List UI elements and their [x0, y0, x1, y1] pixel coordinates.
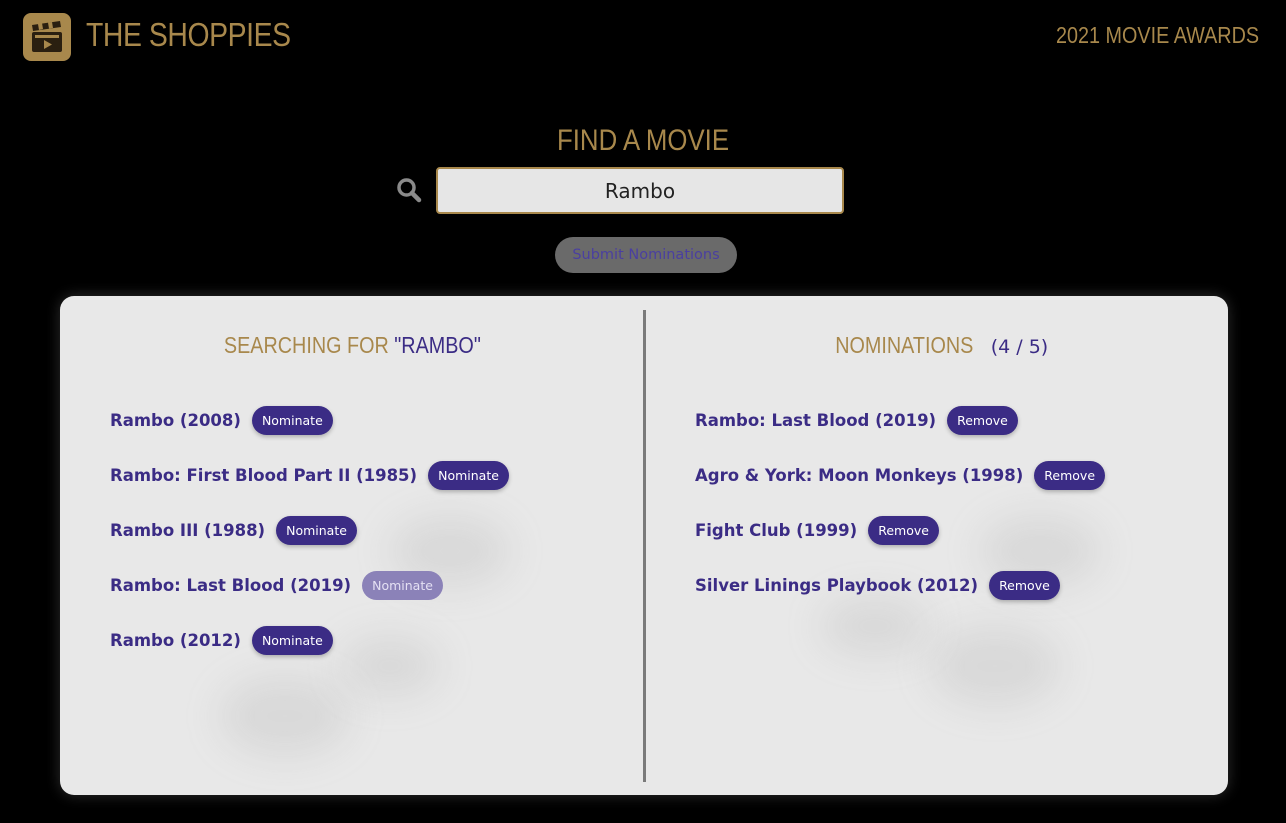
search-results-heading: SEARCHING FOR "RAMBO"	[60, 332, 644, 359]
nominations-heading-text: NOMINATIONS	[835, 332, 974, 358]
nominate-button: Nominate	[362, 571, 443, 600]
search-result-item: Rambo: Last Blood (2019) Nominate	[110, 571, 509, 626]
search-result-item: Rambo (2012) Nominate	[110, 626, 509, 681]
find-movie-heading-text: FIND A MOVIE	[556, 124, 730, 157]
search-results-query: "RAMBO"	[393, 332, 481, 358]
header: THE SHOPPIES 2021 MOVIE AWARDS	[0, 0, 1286, 80]
search-results-list: Rambo (2008) Nominate Rambo: First Blood P…	[110, 406, 509, 681]
remove-button[interactable]: Remove	[868, 516, 939, 545]
app: THE SHOPPIES 2021 MOVIE AWARDS FIND A MO…	[0, 0, 1286, 823]
background-smudge	[930, 626, 1060, 706]
nominations-list: Rambo: Last Blood (2019) Remove Agro & Yor…	[695, 406, 1106, 626]
content-panel: SEARCHING FOR "RAMBO" Rambo (2008) Nomina…	[60, 296, 1228, 795]
nomination-item: Fight Club (1999) Remove	[695, 516, 1105, 571]
search-input[interactable]	[436, 167, 844, 214]
nominate-button[interactable]: Nominate	[251, 406, 333, 435]
search-result-item-title: Rambo III (1988)	[110, 521, 266, 540]
submit-nominations-button[interactable]: Submit Nominations	[555, 237, 737, 273]
search-icon	[396, 177, 422, 203]
search-result-item-title: Rambo: Last Blood (2019)	[110, 576, 352, 595]
awards-title: 2021 MOVIE AWARDS	[1055, 22, 1259, 48]
nomination-item-title: Rambo: Last Blood (2019)	[695, 411, 937, 430]
search-results-heading-prefix: SEARCHING FOR	[223, 332, 394, 358]
remove-button[interactable]: Remove	[989, 571, 1060, 600]
nomination-item: Agro & York: Moon Monkeys (1998) Remove	[695, 461, 1106, 516]
search-result-item: Rambo: First Blood Part II (1985) Nominat…	[110, 461, 509, 516]
nomination-item: Silver Linings Playbook (2012) Remove	[695, 571, 1105, 626]
nominate-button[interactable]: Nominate	[428, 461, 509, 490]
remove-button[interactable]: Remove	[947, 406, 1018, 435]
nomination-item-title: Agro & York: Moon Monkeys (1998)	[695, 466, 1024, 485]
search-result-item-title: Rambo: First Blood Part II (1985)	[110, 466, 418, 485]
nominate-button[interactable]: Nominate	[276, 516, 357, 545]
remove-button[interactable]: Remove	[1034, 461, 1106, 490]
nomination-item-title: Fight Club (1999)	[695, 521, 858, 540]
nominations-count: (4 / 5)	[990, 336, 1049, 358]
clapperboard-icon[interactable]	[23, 13, 71, 61]
find-movie-heading: FIND A MOVIE	[0, 124, 1286, 158]
search-result-item: Rambo III (1988) Nominate	[110, 516, 509, 571]
column-divider	[643, 310, 646, 782]
search-result-item-title: Rambo (2008)	[110, 411, 241, 430]
nominations-heading: NOMINATIONS (4 / 5)	[644, 332, 1228, 359]
nominate-button[interactable]: Nominate	[251, 626, 333, 655]
search-result-item: Rambo (2008) Nominate	[110, 406, 509, 461]
search-result-item-title: Rambo (2012)	[110, 631, 241, 650]
nomination-item: Rambo: Last Blood (2019) Remove	[695, 406, 1105, 461]
nomination-item-title: Silver Linings Playbook (2012)	[695, 576, 979, 595]
brand-title[interactable]: THE SHOPPIES	[86, 16, 291, 54]
background-smudge	[220, 676, 350, 756]
